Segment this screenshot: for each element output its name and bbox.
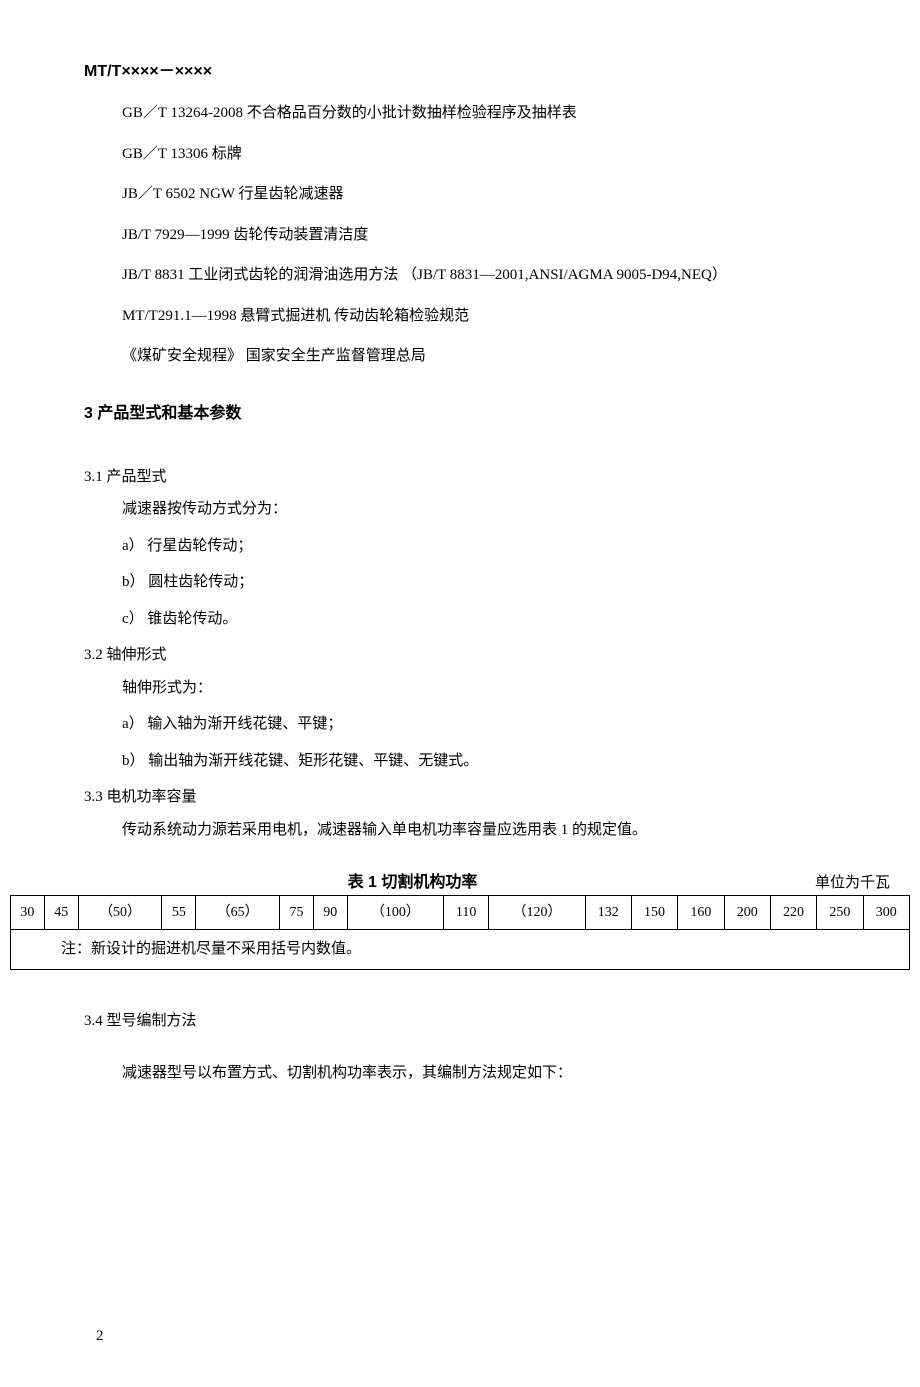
table-1-unit: 单位为千瓦 (815, 872, 910, 895)
table-cell: 90 (313, 896, 347, 930)
list-item: a） 输入轴为渐开线花键、平键； (122, 713, 860, 736)
table-cell: 250 (817, 896, 863, 930)
section-3-2-intro: 轴伸形式为： (122, 677, 860, 700)
section-3-1-heading: 3.1 产品型式 (84, 466, 860, 489)
table-cell: 220 (770, 896, 816, 930)
references-block: GB／T 13264-2008 不合格品百分数的小批计数抽样检验程序及抽样表 G… (84, 102, 860, 368)
section-3-1-intro: 减速器按传动方式分为： (122, 498, 860, 521)
table-row: 注：新设计的掘进机尽量不采用括号内数值。 (11, 930, 910, 970)
table-cell: （100） (347, 896, 443, 930)
table-1-caption: 表 1 切割机构功率 (10, 871, 815, 895)
table-cell: 30 (11, 896, 45, 930)
section-3-3-heading: 3.3 电机功率容量 (84, 786, 860, 809)
section-3-4-heading: 3.4 型号编制方法 (84, 1010, 860, 1033)
section-3-heading: 3 产品型式和基本参数 (84, 402, 860, 426)
page-number: 2 (96, 1325, 920, 1348)
table-cell: 55 (162, 896, 196, 930)
list-item: b） 输出轴为渐开线花键、矩形花键、平键、无键式。 (122, 750, 860, 773)
reference-line: JB／T 6502 NGW 行星齿轮减速器 (122, 183, 860, 206)
section-3-4-para: 减速器型号以布置方式、切割机构功率表示，其编制方法规定如下： (122, 1062, 860, 1085)
reference-line: JB/T 8831 工业闭式齿轮的润滑油选用方法 （JB/T 8831—2001… (122, 264, 860, 287)
list-item: a） 行星齿轮传动； (122, 535, 860, 558)
table-1-caption-row: 表 1 切割机构功率 单位为千瓦 (10, 871, 910, 895)
list-item: b） 圆柱齿轮传动； (122, 571, 860, 594)
table-1: 30 45 （50） 55 （65） 75 90 （100） 110 （120）… (10, 895, 910, 970)
table-cell: 150 (631, 896, 677, 930)
reference-line: MT/T291.1—1998 悬臂式掘进机 传动齿轮箱检验规范 (122, 305, 860, 328)
document-id: MT/T××××－×××× (84, 60, 920, 84)
table-cell: 75 (280, 896, 314, 930)
table-cell: 45 (44, 896, 78, 930)
table-1-note: 注：新设计的掘进机尽量不采用括号内数值。 (11, 930, 910, 970)
table-cell: 300 (863, 896, 909, 930)
reference-line: GB／T 13306 标牌 (122, 143, 860, 166)
table-cell: （65） (196, 896, 280, 930)
list-item: c） 锥齿轮传动。 (122, 608, 860, 631)
reference-line: JB/T 7929—1999 齿轮传动装置清洁度 (122, 224, 860, 247)
section-3-2-heading: 3.2 轴伸形式 (84, 644, 860, 667)
table-cell: （120） (489, 896, 585, 930)
reference-line: GB／T 13264-2008 不合格品百分数的小批计数抽样检验程序及抽样表 (122, 102, 860, 125)
table-cell: 160 (678, 896, 724, 930)
reference-line: 《煤矿安全规程》 国家安全生产监督管理总局 (122, 345, 860, 368)
table-cell: （50） (78, 896, 162, 930)
section-3-3-para: 传动系统动力源若采用电机，减速器输入单电机功率容量应选用表 1 的规定值。 (122, 819, 860, 842)
table-cell: 200 (724, 896, 770, 930)
table-cell: 110 (443, 896, 488, 930)
table-row: 30 45 （50） 55 （65） 75 90 （100） 110 （120）… (11, 896, 910, 930)
table-cell: 132 (585, 896, 631, 930)
